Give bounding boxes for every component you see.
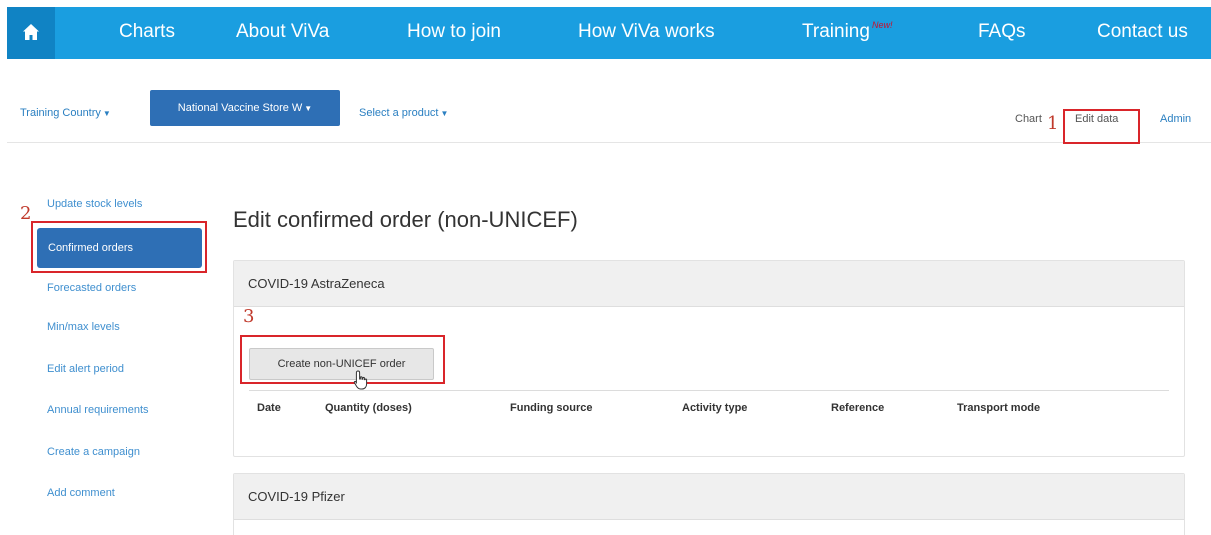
nav-training[interactable]: Training New!: [802, 7, 893, 59]
panel-header: COVID-19 AstraZeneca: [234, 261, 1184, 307]
nav-charts[interactable]: Charts: [119, 7, 175, 59]
admin-link[interactable]: Admin: [1160, 113, 1191, 125]
nav-contact-us[interactable]: Contact us: [1097, 7, 1188, 59]
new-badge: New!: [871, 20, 893, 30]
annotation-box-1: [1063, 109, 1140, 144]
selection-bar: Training Country ▼ National Vaccine Store…: [7, 59, 1211, 143]
nav-training-label: Training: [802, 21, 870, 42]
annotation-number-2: 2: [20, 203, 32, 224]
store-dropdown[interactable]: National Vaccine Store W ▼: [150, 90, 340, 126]
column-header-transport-mode: Transport mode: [957, 402, 1041, 414]
column-header-activity-type: Activity type: [682, 402, 748, 414]
nav-faqs[interactable]: FAQs: [978, 7, 1026, 59]
nav-how-to-join[interactable]: How to join: [407, 7, 501, 59]
column-header-reference: Reference: [831, 402, 885, 414]
product-dropdown[interactable]: Select a product ▼: [359, 107, 448, 119]
nav-how-viva-works[interactable]: How ViVa works: [578, 7, 715, 59]
table-header-divider: [249, 390, 1169, 391]
sidebar-item-update-stock-levels[interactable]: Update stock levels: [47, 198, 142, 210]
annotation-number-1: 1: [1047, 113, 1059, 134]
sidebar-item-create-campaign[interactable]: Create a campaign: [47, 446, 140, 458]
panel-header: COVID-19 Pfizer: [234, 474, 1184, 520]
sidebar-item-add-comment[interactable]: Add comment: [47, 487, 115, 499]
annotation-number-3: 3: [243, 306, 255, 327]
page-title: Edit confirmed order (non-UNICEF): [233, 207, 578, 232]
sidebar-item-edit-alert-period[interactable]: Edit alert period: [47, 363, 124, 375]
product-dropdown-label: Select a product: [359, 107, 439, 119]
panel-pfizer: COVID-19 Pfizer: [233, 473, 1185, 535]
sidebar-item-minmax-levels[interactable]: Min/max levels: [47, 321, 120, 333]
sidebar-item-confirmed-orders[interactable]: Confirmed orders: [37, 228, 202, 268]
hand-pointer-icon: [353, 370, 368, 390]
chart-link[interactable]: Chart: [1015, 113, 1042, 125]
column-header-quantity: Quantity (doses): [325, 402, 412, 414]
sidebar-item-forecasted-orders[interactable]: Forecasted orders: [47, 282, 136, 294]
column-header-date: Date: [257, 402, 281, 414]
annotation-box-3: [240, 335, 445, 384]
column-header-funding-source: Funding source: [510, 402, 593, 414]
home-icon: [23, 24, 39, 40]
sidebar-item-annual-requirements[interactable]: Annual requirements: [47, 404, 149, 416]
nav-about-viva[interactable]: About ViVa: [236, 7, 329, 59]
caret-down-icon: ▼: [304, 104, 313, 113]
caret-down-icon: ▼: [102, 109, 111, 118]
top-navbar: Charts About ViVa How to join How ViVa w…: [7, 7, 1211, 59]
country-dropdown-label: Training Country: [20, 107, 101, 119]
caret-down-icon: ▼: [440, 109, 449, 118]
store-dropdown-label: National Vaccine Store W: [177, 102, 303, 114]
country-dropdown[interactable]: Training Country ▼: [20, 107, 111, 119]
home-button[interactable]: [7, 7, 55, 59]
